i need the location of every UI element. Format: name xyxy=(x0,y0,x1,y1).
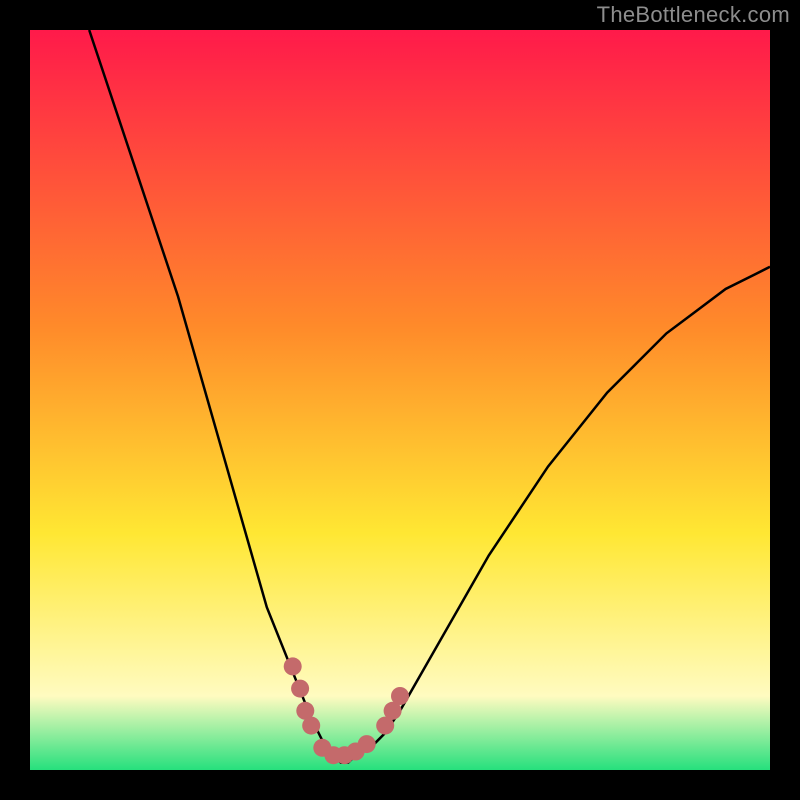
marker-dot xyxy=(358,735,376,753)
bottleneck-chart xyxy=(0,0,800,800)
watermark-text: TheBottleneck.com xyxy=(597,2,790,28)
marker-dot xyxy=(391,687,409,705)
marker-dot xyxy=(284,657,302,675)
plot-gradient xyxy=(30,30,770,770)
marker-dot xyxy=(302,717,320,735)
marker-dot xyxy=(291,680,309,698)
